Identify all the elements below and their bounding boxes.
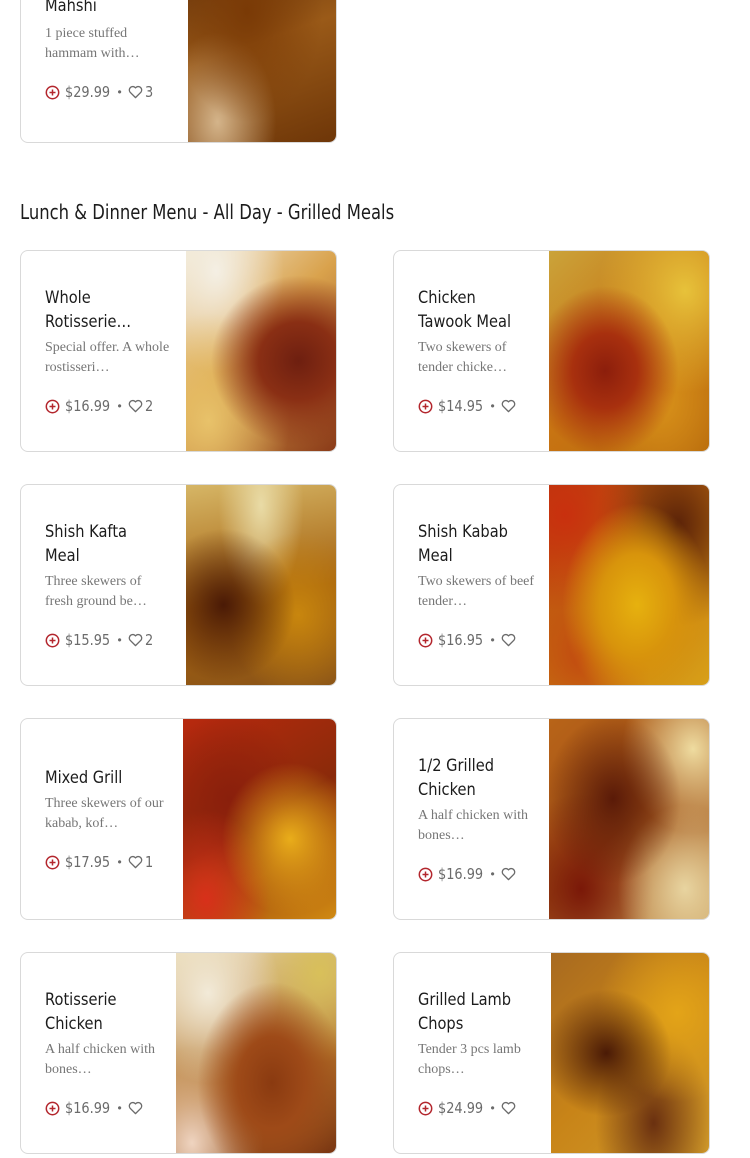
heart-icon[interactable] [128,399,143,413]
separator-dot: • [117,855,122,869]
item-meta: $17.95 • 1 [45,852,170,872]
add-to-cart-icon[interactable] [418,399,433,414]
like-count: 3 [144,83,153,101]
item-meta: $16.95 • [418,630,543,650]
item-name: Shish Kabab Meal [418,522,508,566]
item-price: $17.95 [65,853,111,871]
item-description: A half chicken with bones… [45,1042,156,1077]
add-to-cart-icon[interactable] [45,855,60,870]
menu-item-card[interactable]: Shish Kabab Meal Two skewers of beef ten… [393,484,710,686]
separator-dot: • [490,867,495,881]
item-name: 1/2 Grilled Chicken [418,756,494,800]
item-price: $24.99 [438,1099,484,1117]
item-photo [549,485,709,685]
item-photo [549,719,709,919]
menu-item-card[interactable]: Grilled Lamb Chops Tender 3 pcs lamb cho… [393,952,710,1154]
item-description: Three skewers of fresh ground be… [45,574,147,609]
item-name: Grilled Lamb Chops [418,990,512,1034]
item-price: $16.99 [65,397,111,415]
item-meta: $14.95 • [418,396,543,416]
menu-item-card[interactable]: Whole Rotisserie… Special offer. A whole… [20,250,337,452]
item-photo [186,251,336,451]
menu-item-card[interactable]: Shish Kafta Meal Three skewers of fresh … [20,484,337,686]
heart-icon[interactable] [501,1101,516,1115]
add-to-cart-icon[interactable] [418,867,433,882]
item-price: $14.95 [438,397,484,415]
item-photo [176,953,336,1153]
item-description: A half chicken with bones… [418,808,529,843]
menu-item-card[interactable]: Rotisserie Chicken A half chicken with b… [20,952,337,1154]
item-price: $29.99 [65,83,111,101]
heart-icon[interactable] [128,633,143,647]
item-photo [549,251,709,451]
like-count: 1 [144,853,153,871]
item-description: 1 piece stuffed hammam with… [45,26,140,61]
like-count: 2 [144,631,153,649]
item-name: Chicken Tawook Meal [418,288,512,332]
item-description: Special offer. A whole rostisseri… [45,340,170,375]
item-description: Three skewers of our kabab, kof… [45,796,164,831]
item-name: Mahshi [45,0,97,16]
separator-dot: • [117,399,122,413]
item-price: $15.95 [65,631,111,649]
separator-dot: • [117,85,122,99]
item-meta: $15.95 • 2 [45,630,170,650]
item-description: Two skewers of beef tender… [418,574,535,609]
item-name: Rotisserie Chicken [45,990,117,1034]
item-photo [188,0,336,142]
add-to-cart-icon[interactable] [418,1101,433,1116]
menu-item-card[interactable]: Mixed Grill Three skewers of our kabab, … [20,718,337,920]
add-to-cart-icon[interactable] [45,1101,60,1116]
item-name: Shish Kafta Meal [45,522,128,566]
heart-icon[interactable] [128,855,143,869]
item-description: Tender 3 pcs lamb chops… [418,1042,521,1077]
item-description: Two skewers of tender chicke… [418,340,508,375]
separator-dot: • [490,399,495,413]
heart-icon[interactable] [128,1101,143,1115]
item-photo [551,953,709,1153]
menu-item-card[interactable]: Chicken Tawook Meal Two skewers of tende… [393,250,710,452]
item-meta: $16.99 • [418,864,543,884]
separator-dot: • [117,1101,122,1115]
separator-dot: • [490,633,495,647]
separator-dot: • [117,633,122,647]
item-name: Whole Rotisserie… [45,288,132,332]
item-price: $16.99 [438,865,484,883]
item-name: Mixed Grill [45,768,123,788]
add-to-cart-icon[interactable] [45,399,60,414]
add-to-cart-icon[interactable] [45,85,60,100]
menu-item-card[interactable]: Mahshi 1 piece stuffed hammam with… $29.… [20,0,337,143]
item-meta: $24.99 • [418,1098,543,1118]
item-photo [186,485,336,685]
item-photo [183,719,336,919]
item-price: $16.95 [438,631,484,649]
item-meta: $16.99 • [45,1098,170,1118]
heart-icon[interactable] [501,867,516,881]
item-meta: $16.99 • 2 [45,396,170,416]
like-count: 2 [144,397,153,415]
add-to-cart-icon[interactable] [45,633,60,648]
separator-dot: • [490,1101,495,1115]
menu-item-card[interactable]: 1/2 Grilled Chicken A half chicken with … [393,718,710,920]
heart-icon[interactable] [128,85,143,99]
heart-icon[interactable] [501,633,516,647]
item-price: $16.99 [65,1099,111,1117]
heart-icon[interactable] [501,399,516,413]
item-meta: $29.99 • 3 [45,82,170,102]
section-title: Lunch & Dinner Menu - All Day - Grilled … [20,200,395,224]
add-to-cart-icon[interactable] [418,633,433,648]
